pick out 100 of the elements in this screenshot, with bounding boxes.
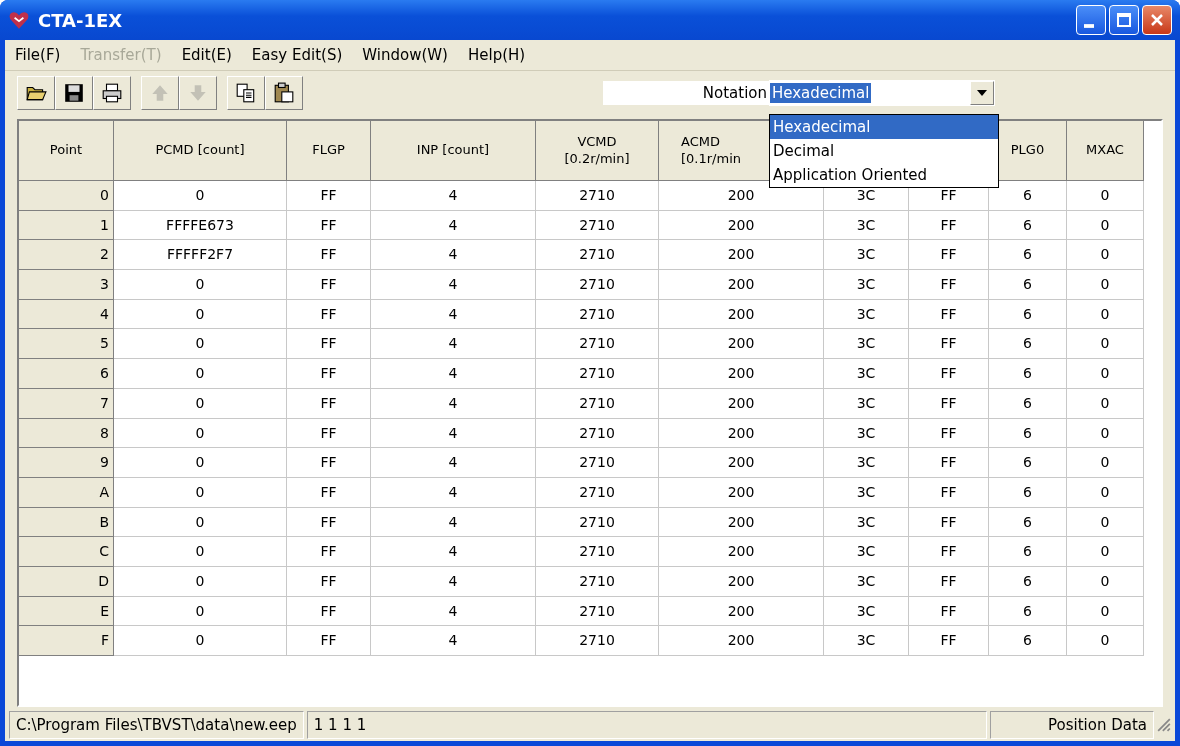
copy-button[interactable] bbox=[227, 76, 265, 110]
table-cell: 200 bbox=[659, 537, 824, 567]
dropdown-button[interactable] bbox=[970, 81, 994, 105]
table-cell: 200 bbox=[659, 596, 824, 627]
table-cell: 6 bbox=[989, 329, 1067, 360]
table-cell: 6 bbox=[989, 181, 1067, 211]
row-header[interactable]: 7 bbox=[19, 388, 114, 419]
table-cell: FF bbox=[909, 210, 989, 241]
table-cell: 0 bbox=[114, 566, 287, 597]
table-cell: 3C bbox=[824, 507, 909, 538]
table-cell: 6 bbox=[989, 626, 1067, 656]
row-header[interactable]: 5 bbox=[19, 329, 114, 360]
selected-value: Hexadecimal bbox=[770, 83, 872, 103]
column-header[interactable]: Point bbox=[19, 121, 114, 181]
row-header[interactable]: 2 bbox=[19, 240, 114, 271]
table-cell: 0 bbox=[114, 388, 287, 419]
row-header[interactable]: 4 bbox=[19, 299, 114, 330]
row-header[interactable]: 0 bbox=[19, 181, 114, 211]
table-cell: 4 bbox=[371, 299, 536, 330]
minimize-button[interactable] bbox=[1076, 5, 1106, 35]
table-cell: 200 bbox=[659, 626, 824, 656]
table-cell: 0 bbox=[114, 596, 287, 627]
table-cell: 0 bbox=[114, 537, 287, 567]
status-panel: C:\Program Files\TBVST\data\new.eep bbox=[9, 711, 304, 739]
table-cell: 6 bbox=[989, 448, 1067, 478]
table-cell: FF bbox=[909, 596, 989, 627]
table-cell: 0 bbox=[1067, 566, 1144, 597]
row-header[interactable]: A bbox=[19, 477, 114, 508]
row-header[interactable]: 8 bbox=[19, 418, 114, 449]
column-header[interactable]: FLGP bbox=[287, 121, 371, 181]
menu-item[interactable]: Help(H) bbox=[467, 46, 526, 64]
notation-dropdown[interactable]: Hexadecimal bbox=[769, 80, 995, 106]
table-cell: 0 bbox=[114, 270, 287, 300]
heart-icon bbox=[8, 9, 30, 31]
row-header[interactable]: 9 bbox=[19, 448, 114, 478]
table-cell: 2710 bbox=[536, 537, 659, 567]
caret-icon bbox=[977, 90, 987, 96]
table-cell: 3C bbox=[824, 359, 909, 389]
row-header[interactable]: 1 bbox=[19, 210, 114, 241]
table-cell: 2710 bbox=[536, 270, 659, 300]
dropdown-option[interactable]: Hexadecimal bbox=[770, 115, 998, 139]
row-header[interactable]: 6 bbox=[19, 359, 114, 389]
table-cell: 0 bbox=[1067, 210, 1144, 241]
row-header[interactable]: E bbox=[19, 596, 114, 627]
row-header[interactable]: D bbox=[19, 566, 114, 597]
table-cell: 0 bbox=[114, 477, 287, 508]
table-cell: 4 bbox=[371, 388, 536, 419]
printer-icon bbox=[101, 82, 123, 104]
table-cell: 0 bbox=[114, 329, 287, 360]
menu-item[interactable]: Edit(E) bbox=[181, 46, 232, 64]
table-cell: 0 bbox=[1067, 418, 1144, 449]
resize-grip-icon[interactable] bbox=[1157, 718, 1171, 732]
minimize-icon bbox=[1084, 24, 1094, 28]
table-cell: 2710 bbox=[536, 388, 659, 419]
copy-icon bbox=[235, 82, 257, 104]
table-cell: FFFFE673 bbox=[114, 210, 287, 241]
table-cell: 200 bbox=[659, 566, 824, 597]
print-button[interactable] bbox=[93, 76, 131, 110]
column-header[interactable]: PCMD [count] bbox=[114, 121, 287, 181]
table-cell: 2710 bbox=[536, 359, 659, 389]
table-cell: 6 bbox=[989, 596, 1067, 627]
table-cell: 4 bbox=[371, 596, 536, 627]
table-cell: 2710 bbox=[536, 210, 659, 241]
table-cell: FF bbox=[287, 359, 371, 389]
table-cell: 3C bbox=[824, 626, 909, 656]
table-cell: FF bbox=[287, 537, 371, 567]
table-cell: 4 bbox=[371, 418, 536, 449]
table-cell: 3C bbox=[824, 329, 909, 360]
table-cell: 2710 bbox=[536, 299, 659, 330]
save-button[interactable] bbox=[55, 76, 93, 110]
table-cell: 2710 bbox=[536, 507, 659, 538]
table-cell: 6 bbox=[989, 270, 1067, 300]
row-header[interactable]: F bbox=[19, 626, 114, 656]
table-cell: FF bbox=[287, 596, 371, 627]
menu-item[interactable]: Window(W) bbox=[362, 46, 448, 64]
menu-item[interactable]: File(F) bbox=[15, 46, 61, 64]
paste-button[interactable] bbox=[265, 76, 303, 110]
table-cell: 0 bbox=[114, 418, 287, 449]
table-cell: FF bbox=[287, 448, 371, 478]
menu-item[interactable]: Easy Edit(S) bbox=[251, 46, 343, 64]
column-header[interactable]: MXAC bbox=[1067, 121, 1144, 181]
table-cell: 0 bbox=[1067, 448, 1144, 478]
table-cell: 200 bbox=[659, 507, 824, 538]
table-cell: 0 bbox=[1067, 181, 1144, 211]
row-header[interactable]: B bbox=[19, 507, 114, 538]
column-header[interactable]: VCMD [0.2r/min] bbox=[536, 121, 659, 181]
table-cell: 3C bbox=[824, 448, 909, 478]
table-cell: 0 bbox=[1067, 507, 1144, 538]
table-cell: 6 bbox=[989, 388, 1067, 419]
maximize-button[interactable] bbox=[1109, 5, 1139, 35]
row-header[interactable]: 3 bbox=[19, 270, 114, 300]
column-header[interactable]: INP [count] bbox=[371, 121, 536, 181]
status-panel: Position Data bbox=[990, 711, 1154, 739]
table-cell: 4 bbox=[371, 626, 536, 656]
close-button[interactable] bbox=[1142, 5, 1172, 35]
row-header[interactable]: C bbox=[19, 537, 114, 567]
table-cell: FF bbox=[287, 388, 371, 419]
open-button[interactable] bbox=[17, 76, 55, 110]
table-cell: 200 bbox=[659, 418, 824, 449]
table-cell: 2710 bbox=[536, 329, 659, 360]
